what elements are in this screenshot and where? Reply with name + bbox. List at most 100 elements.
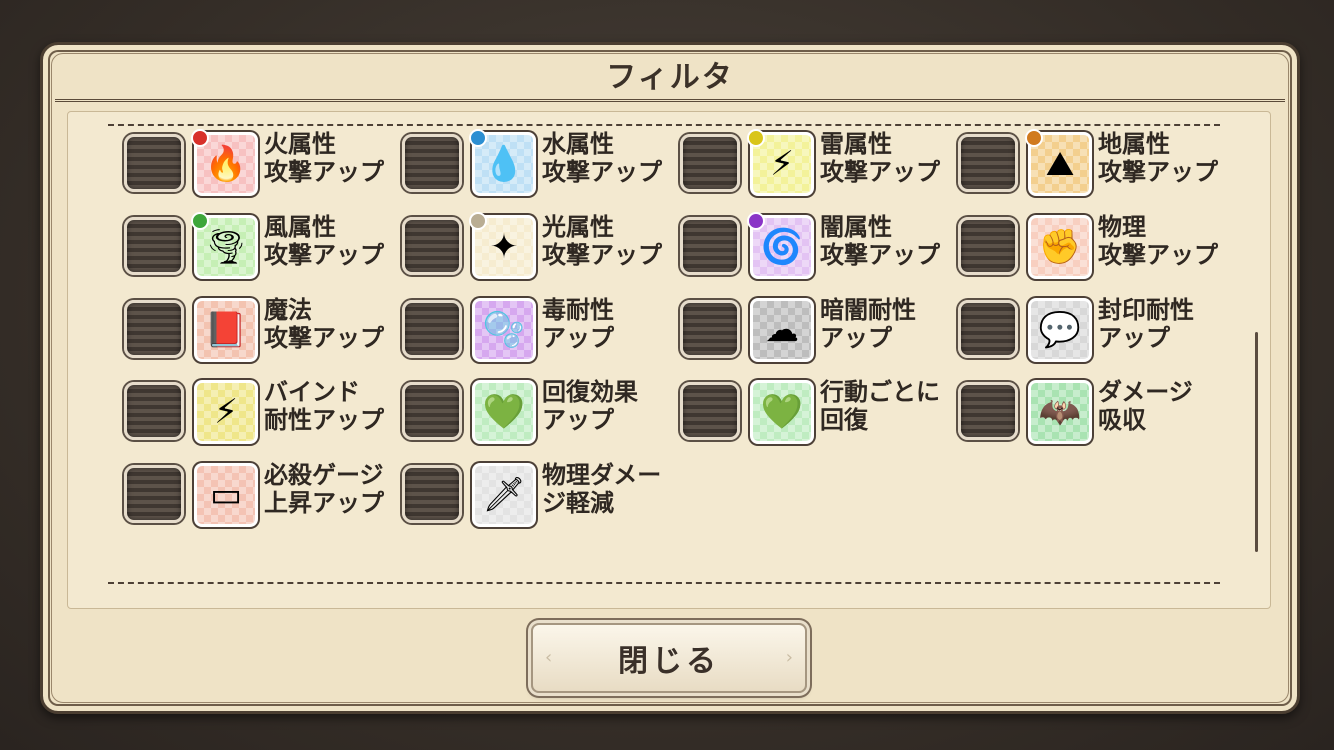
filter-checkbox[interactable] xyxy=(124,300,184,358)
element-badge-icon xyxy=(191,129,209,147)
scrollbar[interactable] xyxy=(1255,332,1258,552)
filter-item[interactable]: ⚡ バインド 耐性アップ xyxy=(124,376,394,446)
element-badge-icon xyxy=(1025,129,1043,147)
filter-label: 光属性 攻撃アップ xyxy=(542,213,662,269)
element-badge-icon xyxy=(469,212,487,230)
bat-drain-icon: 🦇 xyxy=(1028,380,1092,444)
filter-checkbox[interactable] xyxy=(124,134,184,192)
filter-checkbox[interactable] xyxy=(124,465,184,523)
filter-item[interactable]: 🦇 ダメージ 吸収 xyxy=(958,376,1228,446)
icon-glyph: 🔥 xyxy=(204,144,248,184)
icon-glyph: 💧 xyxy=(482,144,526,184)
filter-item[interactable]: ✊ 物理 攻撃アップ xyxy=(958,211,1228,281)
bind-lightning-icon: ⚡ xyxy=(194,380,258,444)
filter-checkbox[interactable] xyxy=(680,300,740,358)
lightning-icon: ⚡ xyxy=(747,129,814,196)
filter-checkbox[interactable] xyxy=(958,382,1018,440)
icon-glyph: 📕 xyxy=(204,310,248,350)
sword-guard-icon: 🗡 xyxy=(472,463,536,527)
filter-checkbox[interactable] xyxy=(958,300,1018,358)
filter-label: 毒耐性 アップ xyxy=(542,296,614,352)
heal-heart-icon: 💚 xyxy=(472,380,536,444)
filter-checkbox[interactable] xyxy=(680,134,740,192)
light-compass-icon: ✦ xyxy=(469,212,536,279)
icon-glyph: ▭ xyxy=(209,475,243,515)
filter-checkbox[interactable] xyxy=(958,217,1018,275)
button-ornament-right: › xyxy=(785,647,793,668)
element-badge-icon xyxy=(469,129,487,147)
darkness-cloud-icon: ☁ xyxy=(750,298,814,362)
filter-checkbox[interactable] xyxy=(402,300,462,358)
regen-heart-icon: 💚 xyxy=(750,380,814,444)
filter-item[interactable]: ⚡ 雷属性 攻撃アップ xyxy=(680,128,950,198)
dark-vortex-icon: 🌀 xyxy=(747,212,814,279)
poison-bubble-icon: 🫧 xyxy=(472,298,536,362)
filter-list[interactable]: 🔥 火属性 攻撃アップ 💧 水属性 攻撃アップ ⚡ 雷属性 攻撃アップ ⛰ 地属性 攻撃アップ… xyxy=(67,111,1271,609)
filter-label: 行動ごとに 回復 xyxy=(820,378,940,434)
filter-item[interactable]: ☁ 暗闇耐性 アップ xyxy=(680,294,950,364)
filter-item[interactable]: 🫧 毒耐性 アップ xyxy=(402,294,672,364)
icon-glyph: 🦇 xyxy=(1038,392,1082,432)
dialog-title: フィルタ xyxy=(606,60,734,95)
filter-checkbox[interactable] xyxy=(124,217,184,275)
icon-glyph: 💚 xyxy=(482,392,526,432)
icon-glyph: ⛰ xyxy=(1045,144,1075,184)
filter-label: 火属性 攻撃アップ xyxy=(264,130,384,186)
filter-label: 雷属性 攻撃アップ xyxy=(820,130,940,186)
filter-item[interactable]: 💚 行動ごとに 回復 xyxy=(680,376,950,446)
icon-glyph: 🌀 xyxy=(760,227,804,267)
filter-item[interactable]: ⛰ 地属性 攻撃アップ xyxy=(958,128,1228,198)
filter-label: 魔法 攻撃アップ xyxy=(264,296,384,352)
close-button[interactable]: ‹ 閉じる › xyxy=(531,623,807,693)
filter-checkbox[interactable] xyxy=(402,465,462,523)
icon-glyph: ✦ xyxy=(489,227,519,267)
filter-label: 暗闇耐性 アップ xyxy=(820,296,916,352)
filter-checkbox[interactable] xyxy=(958,134,1018,192)
filter-checkbox[interactable] xyxy=(402,382,462,440)
filter-item[interactable]: ▭ 必殺ゲージ 上昇アップ xyxy=(124,459,394,529)
filter-item[interactable]: 🗡 物理ダメー ジ軽減 xyxy=(402,459,672,529)
filter-checkbox[interactable] xyxy=(402,217,462,275)
filter-item[interactable]: 📕 魔法 攻撃アップ xyxy=(124,294,394,364)
fist-icon: ✊ xyxy=(1028,215,1092,279)
icon-glyph: 🫧 xyxy=(482,310,526,350)
filter-label: バインド 耐性アップ xyxy=(264,378,384,434)
filter-label: 地属性 攻撃アップ xyxy=(1098,130,1218,186)
close-button-label: 閉じる xyxy=(618,644,720,679)
icon-glyph: ✊ xyxy=(1038,227,1082,267)
dialog-title-bar: フィルタ xyxy=(55,53,1285,102)
icon-glyph: ⚡ xyxy=(770,144,794,184)
filter-item[interactable]: 💧 水属性 攻撃アップ xyxy=(402,128,672,198)
speech-seal-icon: 💬 xyxy=(1028,298,1092,362)
button-ornament-left: ‹ xyxy=(545,647,553,668)
filter-item[interactable]: 🌀 闇属性 攻撃アップ xyxy=(680,211,950,281)
filter-checkbox[interactable] xyxy=(680,382,740,440)
water-drop-icon: 💧 xyxy=(469,129,536,196)
filter-item[interactable]: 🔥 火属性 攻撃アップ xyxy=(124,128,394,198)
filter-label: 水属性 攻撃アップ xyxy=(542,130,662,186)
icon-glyph: 💬 xyxy=(1038,310,1082,350)
filter-label: 風属性 攻撃アップ xyxy=(264,213,384,269)
icon-glyph: 🗡 xyxy=(482,475,526,515)
filter-label: 封印耐性 アップ xyxy=(1098,296,1194,352)
filter-item[interactable]: ✦ 光属性 攻撃アップ xyxy=(402,211,672,281)
filter-label: 物理 攻撃アップ xyxy=(1098,213,1218,269)
filter-checkbox[interactable] xyxy=(680,217,740,275)
filter-item[interactable]: 💬 封印耐性 アップ xyxy=(958,294,1228,364)
tornado-icon: 🌪 xyxy=(191,212,258,279)
filter-label: 必殺ゲージ 上昇アップ xyxy=(264,461,384,517)
filter-label: 闇属性 攻撃アップ xyxy=(820,213,940,269)
filter-checkbox[interactable] xyxy=(124,382,184,440)
filter-item[interactable]: 🌪 風属性 攻撃アップ xyxy=(124,211,394,281)
icon-glyph: 💚 xyxy=(760,392,804,432)
gauge-up-icon: ▭ xyxy=(194,463,258,527)
icon-glyph: ⚡ xyxy=(214,392,238,432)
earth-rock-icon: ⛰ xyxy=(1025,129,1092,196)
filter-checkbox[interactable] xyxy=(402,134,462,192)
icon-glyph: 🌪 xyxy=(204,227,248,267)
filter-dialog: フィルタ 🔥 火属性 攻撃アップ 💧 水属性 攻撃アップ ⚡ 雷属性 攻撃アップ ⛰ 地属性 … xyxy=(40,42,1300,714)
filter-item[interactable]: 💚 回復効果 アップ xyxy=(402,376,672,446)
spellbook-icon: 📕 xyxy=(194,298,258,362)
filter-label: 物理ダメー ジ軽減 xyxy=(542,461,662,517)
fire-icon: 🔥 xyxy=(191,129,258,196)
